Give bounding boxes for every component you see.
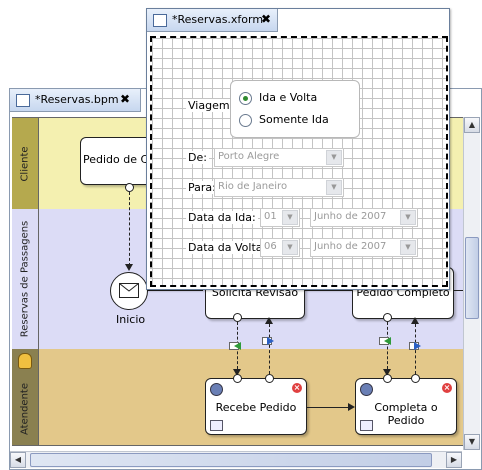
bpm-file-icon [16, 94, 30, 107]
message-out-icon [379, 337, 391, 345]
lane-label: Cliente [19, 146, 31, 182]
dashed-connector [129, 192, 130, 266]
scroll-thumb[interactable] [30, 453, 432, 467]
connection-port[interactable] [411, 374, 420, 383]
tab-reservas-bpm[interactable]: *Reservas.bpm ✖ [10, 89, 141, 112]
para-select[interactable]: Rio de Janeiro ▼ [214, 178, 344, 197]
chevron-down-icon[interactable]: ▼ [282, 210, 298, 225]
connection-port[interactable] [233, 313, 242, 322]
user-icon [18, 353, 32, 369]
delete-icon[interactable]: × [292, 383, 302, 393]
start-event-label: Inicio [116, 313, 146, 326]
select-value: 06 [264, 241, 277, 252]
lane-header: Cliente [12, 118, 39, 210]
tab-title: *Reservas.bpm [35, 93, 119, 106]
sequence-flow [453, 290, 463, 291]
arrow-down-icon [125, 264, 133, 271]
xform-editor-window: *Reservas.xform ✖ Viagem: Ida e Volta So… [146, 8, 450, 290]
radio-label: Ida e Volta [259, 91, 318, 104]
delete-icon[interactable]: × [442, 383, 452, 393]
viagem-radio-group: Ida e Volta Somente Ida [230, 80, 360, 138]
sequence-flow [304, 290, 352, 291]
chevron-down-icon[interactable]: ▼ [400, 240, 416, 255]
sequence-flow [306, 407, 350, 408]
form-design-canvas[interactable]: Viagem: Ida e Volta Somente Ida De: Port… [150, 36, 448, 287]
de-select[interactable]: Porto Alegre ▼ [214, 148, 344, 167]
connection-port[interactable] [125, 183, 134, 192]
form-icon [360, 420, 373, 431]
scroll-right-icon[interactable]: ▶ [446, 452, 462, 468]
task-completa-pedido[interactable]: × Completa o Pedido [355, 378, 457, 435]
chevron-down-icon[interactable]: ▼ [282, 240, 298, 255]
chevron-down-icon[interactable]: ▼ [326, 180, 342, 195]
sequence-flow [147, 290, 203, 291]
data-volta-label: Data da Volta: [186, 241, 269, 254]
lane-header: Atendente [12, 349, 39, 445]
scroll-up-icon[interactable]: ▲ [464, 117, 480, 133]
task-label: Pedido de Co [83, 153, 155, 166]
lane-header: Reservas de Passagens [12, 209, 39, 349]
scroll-down-icon[interactable]: ▼ [464, 434, 480, 450]
data-ida-day-select[interactable]: 01 ▼ [260, 208, 300, 227]
data-volta-month-select[interactable]: Junho de 2007 ▼ [310, 238, 418, 257]
connection-port[interactable] [383, 313, 392, 322]
close-icon[interactable]: ✖ [120, 92, 130, 106]
radio-label: Somente Ida [259, 113, 329, 126]
message-out-icon [229, 342, 241, 350]
connection-port[interactable] [383, 374, 392, 383]
connection-port[interactable] [233, 374, 242, 383]
task-label: Recebe Pedido [215, 401, 297, 414]
select-value: Junho de 2007 [314, 241, 387, 252]
horizontal-scrollbar[interactable]: ◀ ▶ [10, 451, 462, 468]
viagem-label: Viagem: [186, 99, 236, 112]
scroll-left-icon[interactable]: ◀ [10, 452, 26, 468]
dashed-connector [269, 324, 270, 374]
start-event[interactable] [110, 272, 148, 310]
tab-title: *Reservas.xform [172, 13, 264, 26]
select-value: Porto Alegre [218, 151, 280, 162]
arrow-up-icon [411, 317, 419, 324]
message-in-icon [409, 342, 421, 350]
scroll-thumb[interactable] [465, 237, 479, 319]
data-ida-label: Data da Ida: [186, 211, 258, 224]
chevron-down-icon[interactable]: ▼ [400, 210, 416, 225]
vertical-scrollbar[interactable]: ▲ ▼ [463, 117, 480, 450]
select-value: 01 [264, 211, 277, 222]
connection-port[interactable] [265, 374, 274, 383]
arrow-up-icon [265, 317, 273, 324]
arrow-right-icon [348, 403, 355, 411]
gear-icon [210, 383, 223, 396]
form-icon [210, 420, 223, 431]
select-value: Junho de 2007 [314, 211, 387, 222]
lane-label: Reservas de Passagens [19, 220, 31, 338]
message-in-icon [262, 337, 274, 345]
select-value: Rio de Janeiro [218, 181, 288, 192]
task-recebe-pedido[interactable]: × Recebe Pedido [205, 378, 307, 435]
de-label: De: [186, 151, 209, 164]
close-icon[interactable]: ✖ [261, 12, 271, 26]
chevron-down-icon[interactable]: ▼ [326, 150, 342, 165]
data-ida-month-select[interactable]: Junho de 2007 ▼ [310, 208, 418, 227]
radio-ida-e-volta[interactable] [239, 92, 252, 105]
lane-label: Atendente [19, 382, 31, 435]
envelope-icon [119, 283, 139, 298]
gear-icon [360, 383, 373, 396]
radio-somente-ida[interactable] [239, 114, 252, 127]
form-file-icon [153, 14, 167, 27]
data-volta-day-select[interactable]: 06 ▼ [260, 238, 300, 257]
tab-reservas-xform[interactable]: *Reservas.xform ✖ [147, 9, 278, 32]
